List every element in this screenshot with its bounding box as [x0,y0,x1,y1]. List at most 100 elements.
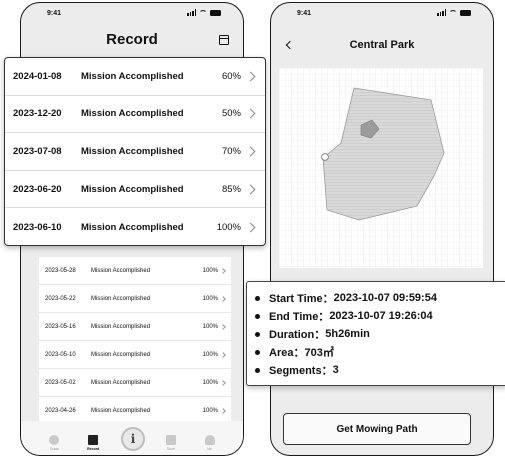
record-row[interactable]: 2023-05-22 Mission Accomplished 100% [39,285,231,313]
record-status: Mission Accomplished [91,323,151,330]
record-status: Mission Accomplished [81,145,184,157]
info-value: 2023-10-07 19:26:04 [329,310,433,322]
wifi-icon [449,10,457,16]
record-date: 2023-06-20 [13,183,62,195]
record-row[interactable]: 2023-05-28 Mission Accomplished 100% [39,257,231,285]
chevron-right-icon [245,146,256,157]
tab-label: Me [207,447,213,451]
battery-icon [460,10,471,16]
start-point-icon [321,153,329,161]
status-time: 9:41 [47,10,62,17]
record-percent: 100% [202,407,218,414]
info-row: Segments： 3 [255,361,505,379]
signal-icon [187,9,196,16]
bullet-icon [255,331,260,337]
mowing-map[interactable] [279,68,483,268]
record-status: Mission Accomplished [81,183,184,195]
record-percent: 100% [202,267,218,274]
record-row[interactable]: 2023-05-02 Mission Accomplished 100% [39,369,231,397]
center-action-button[interactable]: i [121,427,145,451]
record-percent: 100% [216,221,241,233]
record-status: Mission Accomplished [91,379,151,386]
tab-label: Guide [49,447,60,451]
map-detail-screen: 9:41 Central Park Get Mowing Path [270,2,494,456]
info-value: 2023-10-07 09:59:54 [333,292,437,304]
get-mowing-path-button[interactable]: Get Mowing Path [283,413,471,445]
record-row[interactable]: 2024-01-08 Mission Accomplished 60% [5,58,265,96]
record-list: 2023-05-28 Mission Accomplished 100% 2023-0… [39,257,231,425]
status-bar: 9:41 [21,3,243,29]
bullet-icon [255,367,260,373]
info-label: Segments： [269,365,333,377]
record-date: 2024-01-08 [13,70,62,82]
record-percent: 100% [202,295,218,302]
record-date: 2023-05-28 [45,267,76,274]
record-status: Mission Accomplished [91,407,151,414]
wifi-icon [199,10,207,16]
status-bar: 9:41 [271,3,493,29]
tab-label: Record [87,447,100,451]
battery-icon [210,10,221,16]
tab-label: Store [166,447,175,451]
bullet-icon [255,349,260,355]
chevron-right-icon [220,295,226,302]
record-status: Mission Accomplished [81,221,184,233]
me-icon [204,435,215,445]
record-list-zoomed: 2024-01-08 Mission Accomplished 60% 2023-12… [4,57,266,246]
record-row[interactable]: 2023-05-16 Mission Accomplished 100% [39,313,231,341]
store-icon [165,435,176,445]
record-status: Mission Accomplished [91,351,151,358]
chevron-right-icon [220,379,226,386]
record-row[interactable]: 2023-06-10 Mission Accomplished 100% [5,208,265,246]
info-label: Area： [269,347,305,359]
record-percent: 70% [221,145,241,157]
record-row[interactable]: 2023-05-10 Mission Accomplished 100% [39,341,231,369]
info-row: Duration： 5h26min [255,325,505,343]
record-date: 2023-05-10 [45,351,76,358]
tab-guide[interactable]: Guide [42,435,66,451]
calendar-icon[interactable] [219,35,229,45]
record-row[interactable]: 2023-07-08 Mission Accomplished 70% [5,133,265,171]
info-label: End Time： [269,311,330,323]
record-percent: 100% [202,351,218,358]
info-value: 703㎡ [304,347,334,359]
chevron-right-icon [245,108,256,119]
record-row[interactable]: 2023-12-20 Mission Accomplished 50% [5,96,265,134]
tab-me[interactable]: Me [198,435,222,451]
record-percent: 100% [202,379,218,386]
record-date: 2023-05-16 [45,323,76,330]
tab-store[interactable]: Store [159,435,183,451]
chevron-right-icon [245,184,256,195]
info-row: Area： 703㎡ [255,343,505,361]
chevron-right-icon [220,407,226,414]
chevron-right-icon [220,323,226,330]
guide-icon [49,435,60,445]
info-row: End Time： 2023-10-07 19:26:04 [255,307,505,325]
record-percent: 85% [221,183,241,195]
record-date: 2023-05-22 [45,295,76,302]
signal-icon [437,9,446,16]
record-date: 2023-07-08 [13,145,62,157]
chevron-right-icon [220,267,226,274]
chevron-right-icon [245,222,256,233]
bullet-icon [255,295,260,301]
record-row[interactable]: 2023-06-20 Mission Accomplished 85% [5,171,265,209]
info-value: 5h26min [325,328,370,340]
record-status: Mission Accomplished [91,295,151,302]
record-status: Mission Accomplished [81,70,184,82]
tab-record[interactable]: Record [81,435,105,451]
info-value: 3 [332,364,339,376]
map-canvas [279,68,483,268]
record-status: Mission Accomplished [81,108,184,120]
chevron-right-icon [220,351,226,358]
status-time: 9:41 [297,10,312,17]
record-date: 2023-05-02 [45,379,76,386]
record-percent: 50% [221,108,241,120]
info-row: Start Time： 2023-10-07 09:59:54 [255,289,505,307]
chevron-right-icon [245,71,256,82]
record-icon [88,435,99,445]
info-label: Duration： [269,329,326,341]
record-date: 2023-04-26 [45,407,76,414]
info-label: Start Time： [269,293,334,305]
record-percent: 100% [202,323,218,330]
